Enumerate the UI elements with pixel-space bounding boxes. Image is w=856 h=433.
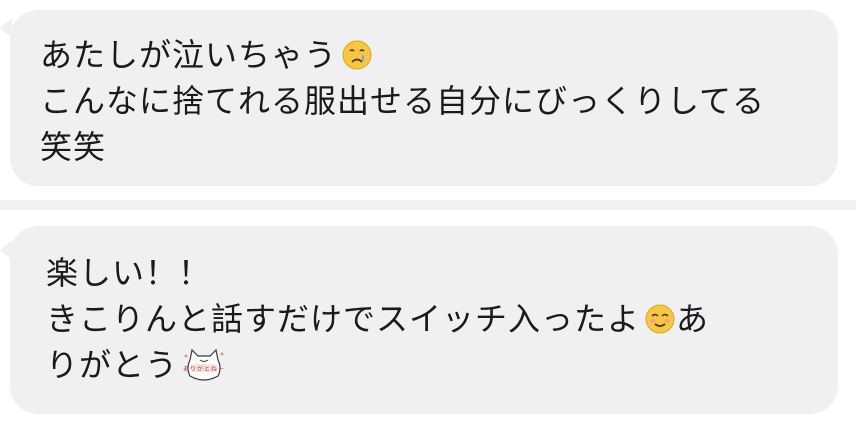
message-text: あたしが泣いちゃう: [40, 36, 338, 74]
message-line: きこりんと話すだけでスイッチ入ったよ あ: [46, 296, 808, 342]
message-text: 笑笑: [40, 128, 107, 166]
message-divider: [0, 200, 856, 210]
message-text: りがとう: [46, 346, 179, 384]
message-text: 楽しい！！: [46, 254, 212, 292]
message-line: りがとう ありがとねー: [46, 342, 808, 388]
message-line: あたしが泣いちゃう: [40, 32, 808, 78]
thank-you-cat-sticker-icon: ありがとねー: [183, 348, 225, 381]
smiling-face-icon: [645, 304, 675, 334]
message-text: こんなに捨てれる服出せる自分にびっくりしてる: [40, 82, 766, 120]
message-text: あ: [676, 300, 710, 338]
crying-face-icon: [342, 40, 372, 70]
sticker-text: ありがとねー: [183, 365, 225, 373]
message-text: きこりんと話すだけでスイッチ入ったよ: [46, 300, 641, 338]
chat-bubble-2[interactable]: 楽しい！！ きこりんと話すだけでスイッチ入ったよ あ りがとう ありがとねー: [10, 226, 838, 414]
chat-bubble-1[interactable]: あたしが泣いちゃう こんなに捨てれる服出せる自分にびっくりしてる 笑笑: [10, 10, 838, 186]
